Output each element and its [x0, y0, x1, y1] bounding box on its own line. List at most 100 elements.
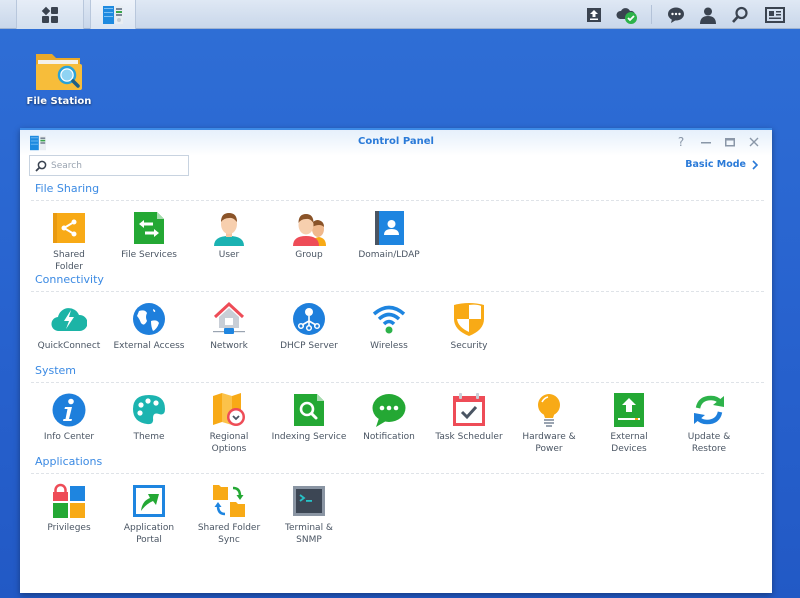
search-button[interactable] [725, 0, 755, 29]
terminal-icon [293, 486, 325, 516]
item-terminal-snmp[interactable]: Terminal & SNMP [269, 483, 349, 546]
item-application-portal[interactable]: Application Portal [109, 483, 189, 546]
item-domain-ldap[interactable]: Domain/LDAP [349, 210, 429, 273]
app-portal-icon [133, 485, 165, 517]
window-title: Control Panel [358, 136, 434, 147]
help-icon: ? [677, 135, 685, 149]
cloud-status-button[interactable] [612, 0, 642, 29]
item-indexing-service[interactable]: Indexing Service [269, 392, 349, 455]
item-label: File Services [121, 250, 177, 260]
palette-icon [133, 395, 165, 425]
item-shared-folder[interactable]: Shared Folder [29, 210, 109, 273]
control-panel-window: Control Panel ? Basic Mode File Sharing … [20, 128, 772, 593]
section-title: File Sharing [35, 182, 100, 195]
item-label: Domain/LDAP [358, 250, 420, 260]
messages-button[interactable] [661, 0, 691, 29]
globe-icon [133, 303, 165, 335]
main-menu-button[interactable] [16, 0, 84, 29]
item-label: Security [450, 341, 488, 351]
search-field[interactable] [29, 155, 189, 176]
grid-icon [41, 6, 58, 23]
section-divider [31, 291, 764, 292]
external-device-icon [614, 393, 644, 427]
minimize-button[interactable] [697, 134, 715, 150]
calendar-check-icon [453, 393, 485, 426]
section-divider [31, 473, 764, 474]
item-label: Notification [363, 432, 415, 442]
taskbar-separator [651, 5, 652, 24]
item-privileges[interactable]: Privileges [29, 483, 109, 546]
item-hardware-power[interactable]: Hardware & Power [509, 392, 589, 455]
chat-icon [668, 7, 684, 23]
widgets-button[interactable] [760, 0, 790, 29]
help-button[interactable]: ? [672, 134, 690, 150]
search-icon [35, 160, 47, 172]
shared-folder-icon [53, 213, 85, 243]
item-label: Indexing Service [271, 432, 347, 442]
file-services-icon [134, 212, 164, 244]
shield-icon [454, 303, 484, 336]
item-task-scheduler[interactable]: Task Scheduler [429, 392, 509, 455]
item-quickconnect[interactable]: QuickConnect [29, 301, 109, 352]
item-info-center[interactable]: Info Center [29, 392, 109, 455]
control-panel-icon [103, 5, 123, 24]
section-divider [31, 200, 764, 201]
item-security[interactable]: Security [429, 301, 509, 352]
wifi-icon [372, 305, 406, 334]
close-icon [749, 137, 759, 147]
desktop-icon-file-station[interactable]: File Station [24, 48, 94, 107]
item-file-services[interactable]: File Services [109, 210, 189, 273]
close-button[interactable] [745, 134, 763, 150]
item-group[interactable]: Group [269, 210, 349, 273]
section-title: Applications [35, 455, 103, 468]
search-icon [732, 6, 748, 23]
upload-button[interactable] [579, 0, 609, 29]
taskbar-control-panel-button[interactable] [90, 0, 136, 29]
item-dhcp-server[interactable]: DHCP Server [269, 301, 349, 352]
item-label: Shared Folder Sync [197, 523, 261, 545]
info-icon [52, 393, 86, 427]
item-label: QuickConnect [37, 341, 101, 351]
item-shared-folder-sync[interactable]: Shared Folder Sync [189, 483, 269, 546]
item-label: Privileges [47, 523, 91, 533]
item-label: Hardware & Power [522, 432, 576, 454]
item-label: Shared Folder [53, 250, 85, 272]
group-icon [293, 214, 326, 246]
network-house-icon [213, 301, 245, 334]
item-label: Regional Options [209, 432, 249, 454]
item-external-access[interactable]: External Access [109, 301, 189, 352]
domain-ldap-icon [375, 211, 404, 245]
item-label: DHCP Server [280, 341, 338, 351]
item-user[interactable]: User [189, 210, 269, 273]
section-divider [31, 382, 764, 383]
item-label: User [218, 250, 240, 260]
window-titlebar[interactable]: Control Panel ? [20, 130, 772, 156]
user-icon [214, 213, 244, 246]
user-menu-button[interactable] [693, 0, 723, 29]
privileges-icon [53, 483, 85, 518]
item-label: Task Scheduler [435, 432, 503, 442]
upload-icon [587, 7, 601, 22]
item-label: External Devices [610, 432, 648, 454]
folder-search-icon [36, 54, 82, 90]
item-external-devices[interactable]: External Devices [589, 392, 669, 455]
basic-mode-link[interactable]: Basic Mode [685, 159, 758, 170]
section-title: Connectivity [35, 273, 104, 286]
dhcp-icon [293, 303, 325, 335]
maximize-button[interactable] [721, 134, 739, 150]
item-label: Network [210, 341, 248, 351]
item-label: Terminal & SNMP [285, 523, 333, 545]
item-theme[interactable]: Theme [109, 392, 189, 455]
item-update-restore[interactable]: Update & Restore [669, 392, 749, 455]
item-label: Group [295, 250, 323, 260]
item-wireless[interactable]: Wireless [349, 301, 429, 352]
section-title: System [35, 364, 77, 377]
indexing-icon [294, 394, 324, 426]
item-notification[interactable]: Notification [349, 392, 429, 455]
item-network[interactable]: Network [189, 301, 269, 352]
update-arrows-icon [694, 395, 724, 425]
item-regional-options[interactable]: Regional Options [189, 392, 269, 455]
maximize-icon [725, 138, 735, 147]
item-label: Wireless [370, 341, 408, 351]
search-input[interactable] [51, 160, 181, 171]
